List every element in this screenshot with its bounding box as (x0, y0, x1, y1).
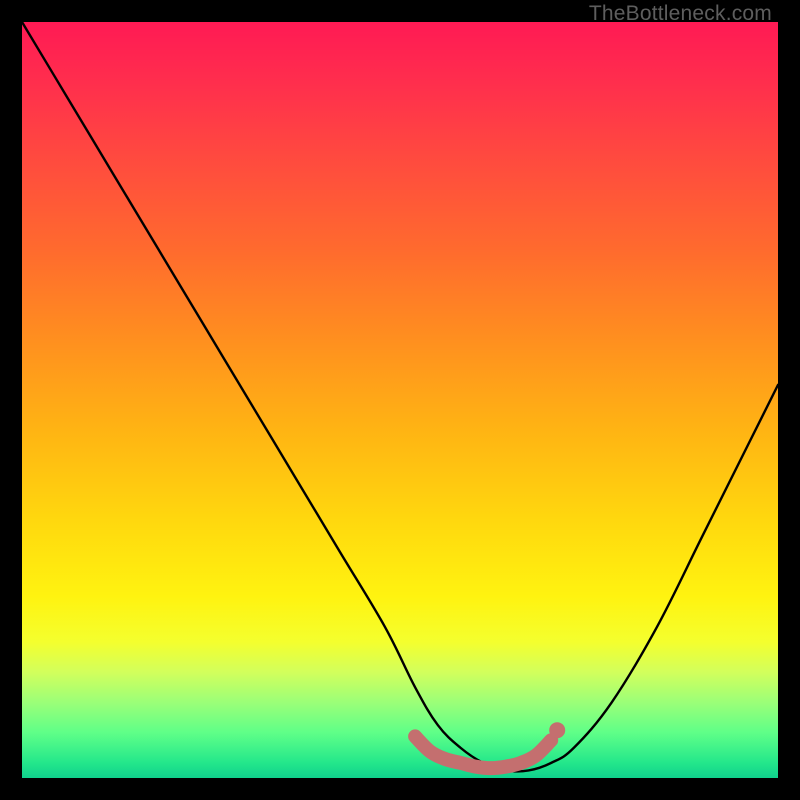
plot-area (22, 22, 778, 778)
highlight-line (415, 736, 551, 768)
highlight-end-dot (549, 722, 565, 738)
series-line (22, 22, 778, 771)
highlight-group (415, 722, 565, 768)
chart-container: TheBottleneck.com (0, 0, 800, 800)
series-group (22, 22, 778, 771)
curve-svg (22, 22, 778, 778)
